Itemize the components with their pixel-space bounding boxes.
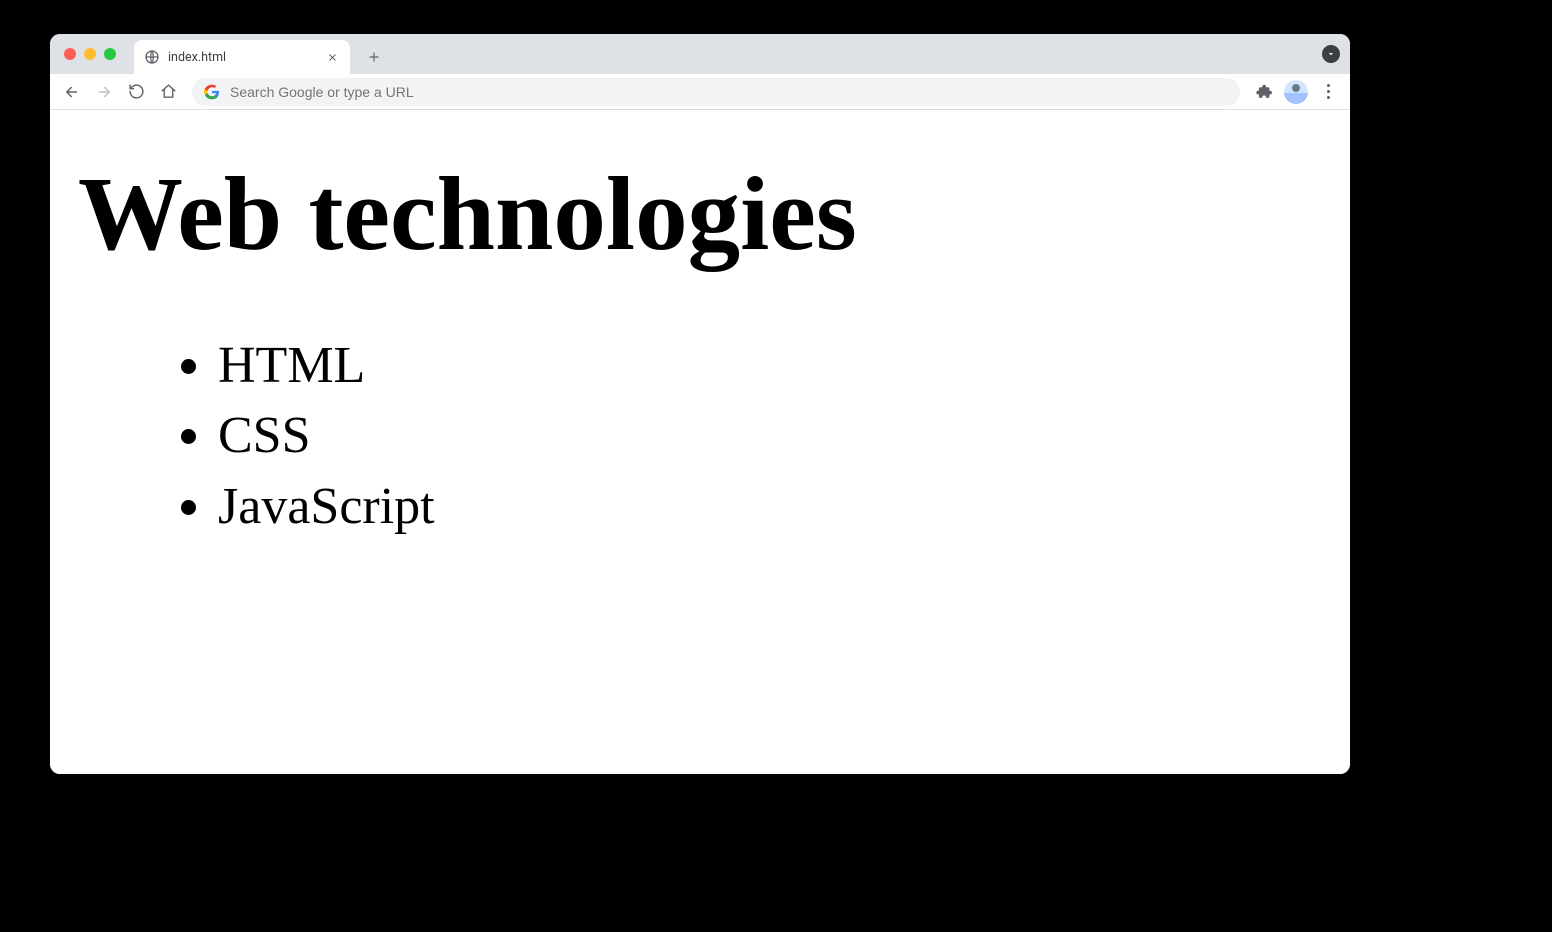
tab-bar: index.html xyxy=(50,34,1350,74)
address-input[interactable] xyxy=(230,84,1228,100)
browser-tab[interactable]: index.html xyxy=(134,40,350,74)
window-controls xyxy=(64,48,116,60)
nav-forward-button[interactable] xyxy=(90,78,118,106)
window-maximize-button[interactable] xyxy=(104,48,116,60)
home-button[interactable] xyxy=(154,78,182,106)
avatar-icon xyxy=(1284,80,1308,104)
new-tab-button[interactable] xyxy=(360,43,388,71)
window-close-button[interactable] xyxy=(64,48,76,60)
globe-icon xyxy=(144,49,160,65)
tab-title: index.html xyxy=(168,50,324,65)
profile-button[interactable] xyxy=(1282,78,1310,106)
search-tabs-button[interactable] xyxy=(1322,45,1340,63)
nav-back-button[interactable] xyxy=(58,78,86,106)
tab-close-button[interactable] xyxy=(324,49,340,65)
reload-button[interactable] xyxy=(122,78,150,106)
list-item: CSS xyxy=(218,402,1322,470)
list-item: JavaScript xyxy=(218,473,1322,541)
page-heading: Web technologies xyxy=(78,159,1322,269)
page-viewport: Web technologies HTML CSS JavaScript xyxy=(50,110,1350,774)
technology-list: HTML CSS JavaScript xyxy=(170,332,1322,540)
list-item: HTML xyxy=(218,332,1322,400)
google-icon xyxy=(204,84,220,100)
toolbar xyxy=(50,74,1350,110)
browser-window: index.html xyxy=(50,34,1350,774)
kebab-icon xyxy=(1327,84,1330,99)
address-bar[interactable] xyxy=(192,78,1240,106)
window-minimize-button[interactable] xyxy=(84,48,96,60)
menu-button[interactable] xyxy=(1314,78,1342,106)
extensions-button[interactable] xyxy=(1250,78,1278,106)
